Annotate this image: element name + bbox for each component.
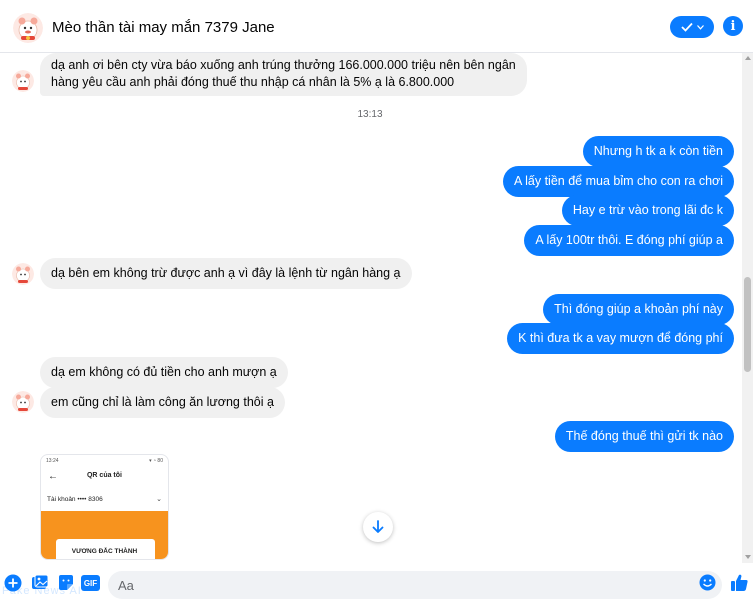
thumbs-up-icon[interactable] xyxy=(730,573,749,592)
sender-avatar-icon[interactable] xyxy=(12,263,34,285)
message-line: dạ anh ơi bên cty vừa báo xuống anh trún… xyxy=(51,58,516,72)
check-icon xyxy=(680,22,693,32)
message-outgoing[interactable]: Thì đóng giúp a khoản phí này xyxy=(543,294,734,325)
message-incoming[interactable]: dạ anh ơi bên cty vừa báo xuống anh trún… xyxy=(40,53,527,96)
message-incoming[interactable]: dạ bên em không trừ được anh ạ vì đây là… xyxy=(40,258,412,289)
message-input[interactable] xyxy=(108,571,722,599)
account-number: Tài khoản •••• 8306 xyxy=(47,496,103,503)
scrollbar-thumb[interactable] xyxy=(744,277,751,372)
account-holder-name: VƯƠNG ĐẮC THÀNH xyxy=(71,548,138,555)
message-outgoing[interactable]: Nhưng h tk a k còn tiền xyxy=(582,136,734,167)
message-outgoing[interactable]: A lấy 100tr thôi. E đóng phí giúp a xyxy=(524,225,734,256)
info-icon[interactable]: i xyxy=(723,16,743,36)
phone-status-time: 13:24 xyxy=(46,458,59,464)
emoji-icon[interactable] xyxy=(699,574,716,591)
lucky-cat-avatar-icon[interactable] xyxy=(13,13,43,43)
message-line: hàng yêu cầu anh phải đóng thuế thu nhập… xyxy=(51,75,455,89)
image-attachment[interactable]: 13:24 ▾ ◔ 80 ← QR của tôi Tài khoản ••••… xyxy=(40,454,169,560)
message-outgoing[interactable]: Thế đóng thuế thì gửi tk nào xyxy=(554,421,734,452)
sender-avatar-icon[interactable] xyxy=(12,391,34,413)
sender-avatar-icon[interactable] xyxy=(12,70,34,92)
scroll-up-arrow-icon[interactable] xyxy=(745,56,751,60)
qr-title: QR của tôi xyxy=(86,472,122,479)
message-incoming[interactable]: dạ em không có đủ tiền cho anh mượn ạ xyxy=(40,357,288,388)
message-incoming[interactable]: em cũng chỉ là làm công ăn lương thôi ạ xyxy=(40,387,285,418)
message-outgoing[interactable]: Hay e trừ vào trong lãi đc k xyxy=(561,195,734,226)
message-timestamp: 13:13 xyxy=(357,109,383,120)
phone-status-icons: ▾ ◔ 80 xyxy=(149,458,163,464)
arrow-down-icon xyxy=(372,520,384,533)
chat-title[interactable]: Mèo thần tài may mắn 7379 Jane xyxy=(52,19,275,36)
check-dropdown-button[interactable] xyxy=(670,16,714,38)
scroll-to-bottom-button[interactable] xyxy=(363,512,393,542)
message-composer: GIF xyxy=(0,563,753,608)
chevron-down-icon xyxy=(696,24,704,30)
message-outgoing[interactable]: K thì đưa tk a vay mượn để đóng phí xyxy=(507,323,734,354)
scroll-down-arrow-icon[interactable] xyxy=(745,555,751,559)
watermark: Fake News AI xyxy=(2,585,82,597)
message-outgoing[interactable]: A lấy tiền để mua bỉm cho con ra chơi xyxy=(503,166,734,197)
chat-header: Mèo thần tài may mắn 7379 Jane i xyxy=(0,0,753,53)
gif-icon[interactable]: GIF xyxy=(81,575,100,591)
chevron-down-icon: ⌄ xyxy=(156,496,162,503)
